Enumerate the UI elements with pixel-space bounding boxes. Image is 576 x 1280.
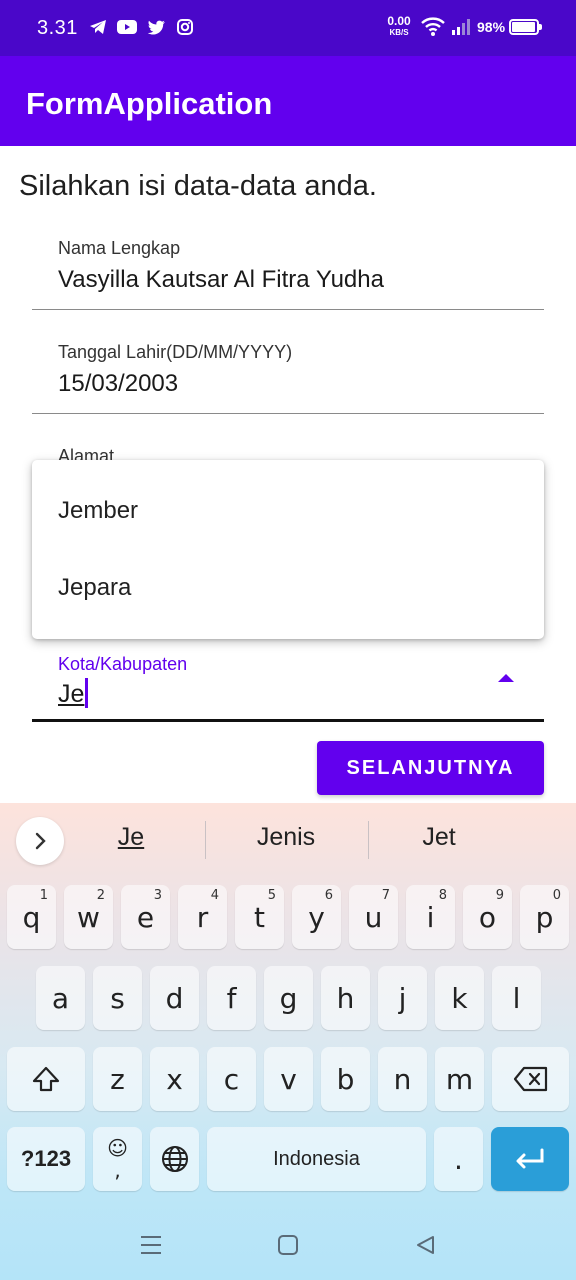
text-cursor [85, 678, 89, 708]
key-t[interactable]: t5 [235, 885, 284, 949]
menu-icon [141, 1236, 161, 1254]
key-x[interactable]: x [150, 1047, 199, 1111]
backspace-key[interactable] [492, 1047, 569, 1111]
signal-icon [452, 18, 474, 41]
city-input[interactable]: Je [58, 678, 89, 709]
key-l[interactable]: l [492, 966, 541, 1030]
key-g[interactable]: g [264, 966, 313, 1030]
language-key[interactable] [150, 1127, 199, 1191]
key-u[interactable]: u7 [349, 885, 398, 949]
enter-key[interactable] [491, 1127, 569, 1191]
telegram-icon [88, 17, 108, 37]
key-r[interactable]: r4 [178, 885, 227, 949]
emoji-comma-key[interactable]: ☺ , [93, 1127, 142, 1191]
key-s[interactable]: s [93, 966, 142, 1030]
key-q[interactable]: q1 [7, 885, 56, 949]
youtube-icon [117, 17, 137, 37]
status-time: 3.31 [37, 17, 78, 39]
notification-icons [88, 17, 195, 37]
instagram-icon [175, 17, 195, 37]
form-heading: Silahkan isi data-data anda. [19, 170, 377, 202]
home-button[interactable] [274, 1231, 302, 1259]
city-autocomplete-dropdown: Jember Jepara [32, 460, 544, 639]
globe-icon [161, 1146, 188, 1172]
shift-icon [32, 1066, 60, 1092]
wifi-icon [421, 17, 445, 42]
app-bar: FormApplication [0, 56, 576, 146]
suggestion-divider [205, 821, 206, 859]
suggestion-divider [368, 821, 369, 859]
enter-icon [516, 1148, 544, 1169]
city-field[interactable]: Kota/Kabupaten Je [32, 648, 544, 724]
key-h[interactable]: h [321, 966, 370, 1030]
dob-input[interactable]: 15/03/2003 [58, 370, 178, 398]
name-underline [32, 309, 544, 310]
shift-key[interactable] [7, 1047, 85, 1111]
space-key[interactable]: Indonesia [207, 1127, 426, 1191]
chevron-right-icon [35, 832, 46, 850]
symbols-key[interactable]: ?123 [7, 1127, 85, 1191]
dob-underline [32, 413, 544, 414]
back-button[interactable] [411, 1231, 439, 1259]
name-input[interactable]: Vasyilla Kautsar Al Fitra Yudha [58, 266, 384, 294]
key-e[interactable]: e3 [121, 885, 170, 949]
city-underline [32, 719, 544, 722]
key-c[interactable]: c [207, 1047, 256, 1111]
next-button[interactable]: SELANJUTNYA [317, 741, 544, 795]
emoji-icon: ☺ [107, 1136, 128, 1160]
comma-label: , [114, 1158, 121, 1182]
suggestion-item[interactable]: Je [90, 823, 172, 852]
key-b[interactable]: b [321, 1047, 370, 1111]
recent-apps-button[interactable] [137, 1231, 165, 1259]
city-label: Kota/Kabupaten [58, 654, 188, 674]
suggestion-item[interactable]: Jenis [226, 823, 346, 852]
key-j[interactable]: j [378, 966, 427, 1030]
back-triangle-icon [417, 1236, 434, 1254]
home-square-icon [278, 1235, 298, 1255]
name-field[interactable]: Nama Lengkap Vasyilla Kautsar Al Fitra Y… [32, 232, 544, 312]
status-bar: 3.31 0.00 KB/S 98% [0, 0, 576, 56]
soft-keyboard: Je Jenis Jet q1 w2 e3 r4 t5 y6 u7 i8 o9 … [0, 803, 576, 1280]
key-m[interactable]: m [435, 1047, 484, 1111]
expand-toolbar-button[interactable] [16, 817, 64, 865]
key-o[interactable]: o9 [463, 885, 512, 949]
key-w[interactable]: w2 [64, 885, 113, 949]
dropdown-option[interactable]: Jember [32, 472, 544, 549]
key-v[interactable]: v [264, 1047, 313, 1111]
battery-icon [509, 19, 542, 35]
key-p[interactable]: p0 [520, 885, 569, 949]
period-key[interactable]: . [434, 1127, 483, 1191]
dropdown-arrow-up-icon[interactable] [498, 674, 514, 682]
name-label: Nama Lengkap [58, 238, 181, 258]
network-speed: 0.00 KB/S [387, 14, 411, 37]
twitter-icon [146, 17, 166, 37]
key-z[interactable]: z [93, 1047, 142, 1111]
city-input-text: Je [58, 680, 85, 708]
suggestion-item[interactable]: Jet [390, 823, 488, 852]
dropdown-option[interactable]: Jepara [32, 549, 544, 626]
key-a[interactable]: a [36, 966, 85, 1030]
dob-label: Tanggal Lahir(DD/MM/YYYY) [58, 342, 293, 362]
app-title: FormApplication [26, 86, 273, 121]
key-d[interactable]: d [150, 966, 199, 1030]
key-y[interactable]: y6 [292, 885, 341, 949]
battery-percent: 98% [477, 19, 506, 35]
backspace-icon [513, 1066, 547, 1092]
system-nav-bar [0, 1210, 576, 1280]
key-f[interactable]: f [207, 966, 256, 1030]
dob-field[interactable]: Tanggal Lahir(DD/MM/YYYY) 15/03/2003 [32, 336, 544, 416]
key-n[interactable]: n [378, 1047, 427, 1111]
key-k[interactable]: k [435, 966, 484, 1030]
key-i[interactable]: i8 [406, 885, 455, 949]
